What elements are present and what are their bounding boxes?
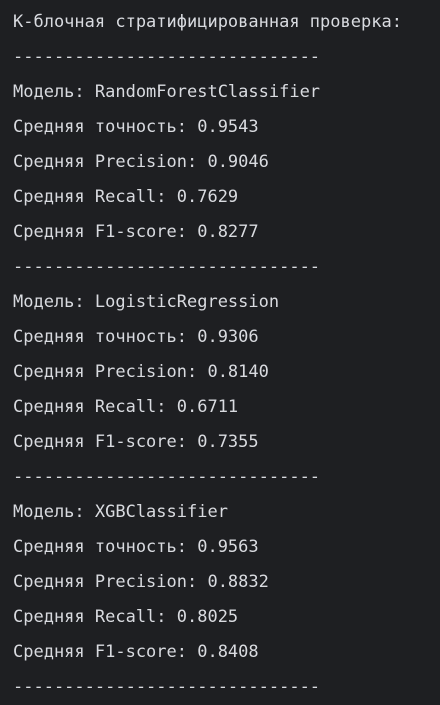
separator-line: ------------------------------ [13, 257, 321, 277]
separator-line: ------------------------------ [13, 677, 321, 697]
output-header: К-блочная стратифицированная проверка: [13, 12, 402, 32]
precision-line: Средняя Precision: 0.9046 [13, 152, 269, 172]
precision-line: Средняя Precision: 0.8140 [13, 362, 269, 382]
model-name-line: Модель: RandomForestClassifier [13, 82, 321, 102]
console-output[interactable]: К-блочная стратифицированная проверка: -… [0, 0, 440, 703]
model-name-line: Модель: LogisticRegression [13, 292, 280, 312]
precision-line: Средняя Precision: 0.8832 [13, 572, 269, 592]
separator-line: ------------------------------ [13, 467, 321, 487]
recall-line: Средняя Recall: 0.6711 [13, 397, 239, 417]
accuracy-line: Средняя точность: 0.9306 [13, 327, 259, 347]
f1-score-line: Средняя F1-score: 0.7355 [13, 432, 259, 452]
accuracy-line: Средняя точность: 0.9543 [13, 117, 259, 137]
f1-score-line: Средняя F1-score: 0.8408 [13, 642, 259, 662]
separator-line: ------------------------------ [13, 47, 321, 67]
model-name-line: Модель: XGBClassifier [13, 502, 228, 522]
recall-line: Средняя Recall: 0.8025 [13, 607, 239, 627]
accuracy-line: Средняя точность: 0.9563 [13, 537, 259, 557]
f1-score-line: Средняя F1-score: 0.8277 [13, 222, 259, 242]
recall-line: Средняя Recall: 0.7629 [13, 187, 239, 207]
